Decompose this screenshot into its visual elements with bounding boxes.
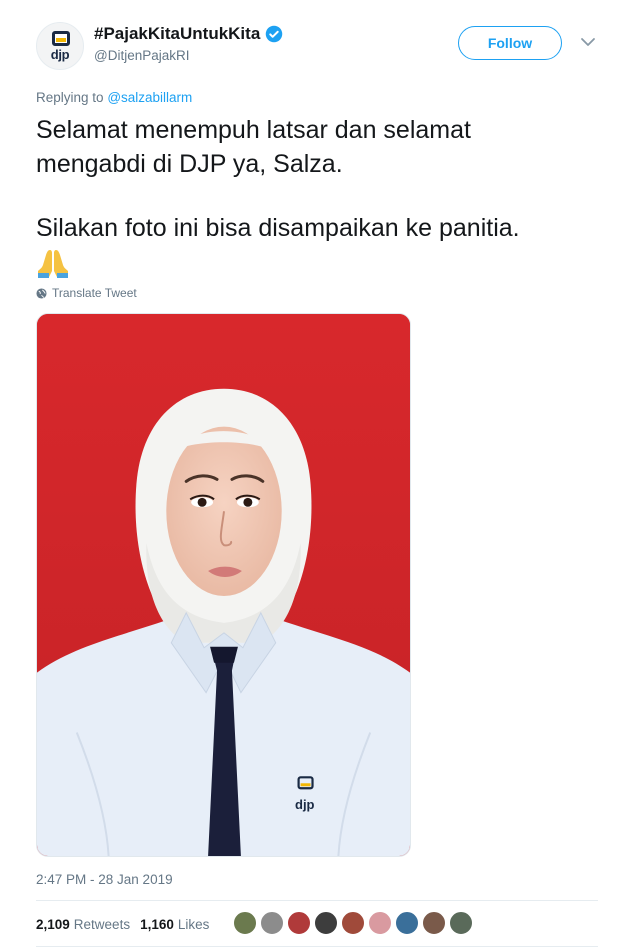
retweets-stat[interactable]: 2,109 Retweets (36, 917, 130, 932)
display-name-row[interactable]: #PajakKitaUntukKita (94, 24, 283, 44)
retweets-label: Retweets (73, 917, 131, 932)
liker-avatar[interactable] (449, 911, 473, 935)
avatar-logo-text: djp (50, 47, 70, 62)
tweet-text: Selamat menempuh latsar dan selamat meng… (36, 113, 596, 279)
liker-avatar[interactable] (368, 911, 392, 935)
liker-avatar[interactable] (287, 911, 311, 935)
likes-count: 1,160 (140, 917, 174, 932)
liker-avatar[interactable] (395, 911, 419, 935)
liker-avatar[interactable] (341, 911, 365, 935)
likes-label: Likes (177, 917, 210, 932)
tweet-line-2: mengabdi di DJP ya, Salza. (36, 150, 343, 178)
liker-avatar[interactable] (314, 911, 338, 935)
avatar[interactable]: djp (36, 22, 84, 70)
display-name[interactable]: #PajakKitaUntukKita (94, 24, 260, 44)
tweet-photo[interactable]: djp (36, 313, 411, 857)
djp-logo-icon (52, 31, 70, 46)
portrait-photo-image (37, 314, 410, 856)
tweet-stats: 2,109 Retweets 1,160 Likes (36, 917, 219, 932)
globe-icon (36, 287, 47, 299)
liker-avatar[interactable] (260, 911, 284, 935)
likes-stat[interactable]: 1,160 Likes (140, 917, 209, 932)
account-handle[interactable]: @DitjenPajakRI (94, 48, 283, 63)
translate-tweet-label[interactable]: Translate Tweet (52, 286, 137, 300)
follow-button[interactable]: Follow (458, 26, 562, 60)
shirt-badge-text: djp (295, 797, 315, 812)
tweet-line-3: Silakan foto ini bisa disampaikan ke pan… (36, 214, 520, 242)
replying-to-label: Replying to (36, 90, 104, 105)
account-names: #PajakKitaUntukKita @DitjenPajakRI (94, 24, 283, 63)
liker-avatar[interactable] (422, 911, 446, 935)
tweet-header: djp #PajakKitaUntukKita @DitjenPajakRI F… (36, 18, 598, 74)
tweet-line-1: Selamat menempuh latsar dan selamat (36, 116, 471, 144)
replying-to: Replying to @salzabillarm (36, 90, 192, 105)
tweet-timestamp[interactable]: 2:47 PM - 28 Jan 2019 (36, 872, 173, 887)
translate-tweet[interactable]: Translate Tweet (36, 286, 137, 300)
retweets-count: 2,109 (36, 917, 70, 932)
verified-badge-icon (266, 25, 283, 43)
liker-avatars (233, 911, 473, 935)
folded-hands-emoji-icon (38, 250, 68, 278)
chevron-down-icon[interactable] (580, 36, 596, 48)
divider (36, 946, 598, 947)
divider (36, 900, 598, 901)
liker-avatar[interactable] (233, 911, 257, 935)
reply-mention-link[interactable]: @salzabillarm (107, 90, 192, 105)
